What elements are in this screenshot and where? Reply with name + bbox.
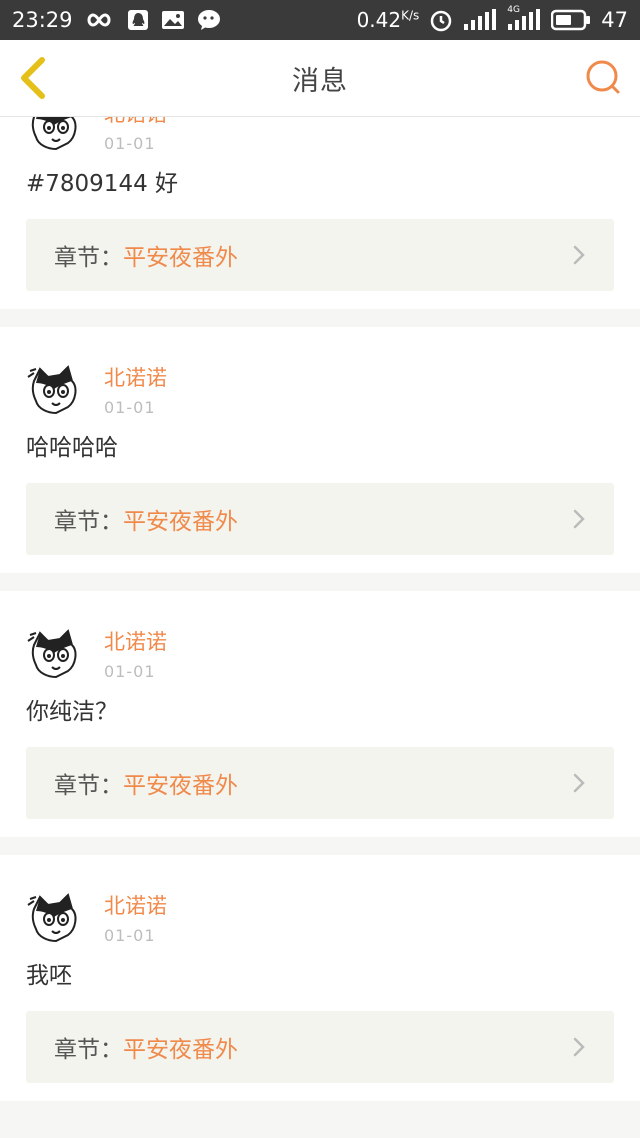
divider bbox=[0, 837, 640, 855]
username[interactable]: 北诺诺 bbox=[104, 893, 167, 919]
message-header: 北诺诺 01-01 bbox=[26, 327, 614, 421]
message-meta: 北诺诺 01-01 bbox=[104, 889, 167, 947]
message-meta: 北诺诺 01-01 bbox=[104, 361, 167, 419]
message-text: 我呸 bbox=[26, 963, 72, 989]
chapter-title: 平安夜番外 bbox=[123, 245, 238, 271]
message-card: 北诺诺 01-01 我呸 章节： 平安夜番外 bbox=[0, 855, 640, 1101]
cat-avatar-icon[interactable] bbox=[26, 361, 86, 421]
infinity-icon bbox=[85, 11, 115, 29]
message-text: 哈哈哈哈 bbox=[26, 435, 118, 461]
message-meta: 北诺诺 01-01 bbox=[104, 117, 167, 155]
status-bar-left: 23:29 bbox=[12, 8, 221, 32]
divider bbox=[0, 1101, 640, 1119]
network-speed-value: 0.42 bbox=[356, 8, 402, 32]
chapter-label: 章节： bbox=[54, 509, 123, 535]
nav-bar: 消息 bbox=[0, 40, 640, 117]
battery-level: 47 bbox=[601, 8, 628, 32]
chapter-label: 章节： bbox=[54, 773, 123, 799]
chapter-label: 章节： bbox=[54, 245, 123, 271]
qq-icon bbox=[127, 9, 149, 31]
chevron-right-icon bbox=[573, 1037, 585, 1057]
chapter-link[interactable]: 章节： 平安夜番外 bbox=[26, 747, 614, 819]
message-card: 北诺诺 01-01 你纯洁？ 章节： 平安夜番外 bbox=[0, 591, 640, 837]
message-list[interactable]: 北诺诺 01-01 #7809144 好 章节： 平安夜番外 北 bbox=[0, 117, 640, 1138]
chapter-title: 平安夜番外 bbox=[123, 509, 238, 535]
username[interactable]: 北诺诺 bbox=[104, 117, 167, 127]
status-bar-right: 0.42K/s 4G 47 bbox=[357, 5, 628, 32]
divider bbox=[0, 309, 640, 327]
alarm-icon bbox=[429, 8, 453, 32]
chevron-right-icon bbox=[573, 509, 585, 529]
image-icon bbox=[161, 9, 185, 31]
chapter-label: 章节： bbox=[54, 1037, 123, 1063]
battery-icon bbox=[551, 9, 591, 31]
network-type: 4G bbox=[507, 5, 520, 15]
cat-avatar-icon[interactable] bbox=[26, 625, 86, 685]
signal-4g-icon: 4G bbox=[507, 5, 541, 31]
search-icon bbox=[586, 60, 620, 94]
chapter-title: 平安夜番外 bbox=[123, 773, 238, 799]
network-speed-unit: K/s bbox=[401, 8, 420, 23]
wechat-icon bbox=[197, 9, 221, 31]
cat-avatar-icon[interactable] bbox=[26, 117, 86, 157]
username[interactable]: 北诺诺 bbox=[104, 629, 167, 655]
message-header: 北诺诺 01-01 bbox=[26, 855, 614, 949]
chapter-link[interactable]: 章节： 平安夜番外 bbox=[26, 1011, 614, 1083]
message-date: 01-01 bbox=[104, 134, 156, 153]
message-text: #7809144 好 bbox=[26, 171, 179, 197]
signal-icon bbox=[463, 9, 497, 31]
chapter-title: 平安夜番外 bbox=[123, 1037, 238, 1063]
message-meta: 北诺诺 01-01 bbox=[104, 625, 167, 683]
cat-avatar-icon[interactable] bbox=[26, 889, 86, 949]
chevron-right-icon bbox=[573, 245, 585, 265]
message-date: 01-01 bbox=[104, 662, 156, 681]
status-time: 23:29 bbox=[12, 8, 73, 32]
network-speed: 0.42K/s bbox=[357, 8, 420, 32]
chevron-right-icon bbox=[573, 773, 585, 793]
message-card: 北诺诺 01-01 哈哈哈哈 章节： 平安夜番外 bbox=[0, 327, 640, 573]
back-button[interactable] bbox=[14, 54, 54, 102]
search-button[interactable] bbox=[584, 58, 624, 98]
chevron-left-icon bbox=[21, 57, 45, 99]
divider bbox=[0, 573, 640, 591]
chapter-link[interactable]: 章节： 平安夜番外 bbox=[26, 483, 614, 555]
message-date: 01-01 bbox=[104, 398, 156, 417]
page-title: 消息 bbox=[292, 65, 348, 97]
message-header: 北诺诺 01-01 bbox=[26, 591, 614, 685]
message-text: 你纯洁？ bbox=[26, 699, 118, 725]
username[interactable]: 北诺诺 bbox=[104, 365, 167, 391]
message-header: 北诺诺 01-01 bbox=[26, 117, 614, 157]
status-bar: 23:29 0.42K/s 4G 47 bbox=[0, 0, 640, 40]
message-card: 北诺诺 01-01 #7809144 好 章节： 平安夜番外 bbox=[0, 117, 640, 309]
chapter-link[interactable]: 章节： 平安夜番外 bbox=[26, 219, 614, 291]
message-date: 01-01 bbox=[104, 926, 156, 945]
